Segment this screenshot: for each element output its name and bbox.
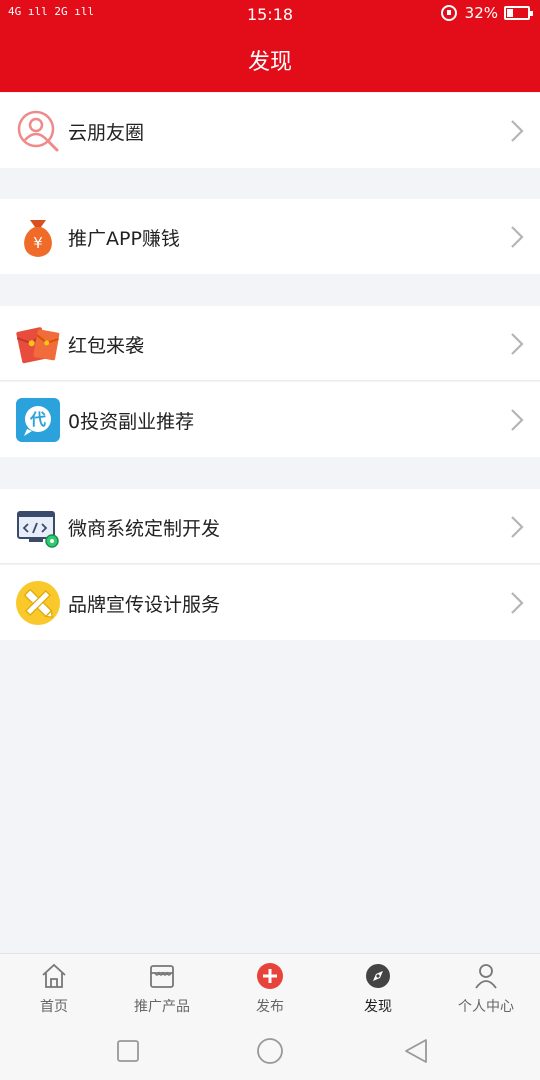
menu-item-promote-app[interactable]: ¥ 推广APP赚钱 <box>0 199 540 274</box>
divider <box>0 563 540 564</box>
menu-item-label: 0投资副业推荐 <box>68 411 195 433</box>
battery-fill <box>507 9 513 17</box>
code-monitor-icon <box>17 511 59 548</box>
tab-discover[interactable]: 发现 <box>324 954 432 1024</box>
system-nav-bar <box>0 1023 540 1080</box>
status-bar: 4G ıll 2G ıll 15:18 32% <box>0 0 540 28</box>
tab-label: 推广产品 <box>134 999 190 1015</box>
chevron-right-icon <box>511 409 524 431</box>
menu-item-red-packet[interactable]: 红包来袭 <box>0 306 540 381</box>
tab-home[interactable]: 首页 <box>0 954 108 1024</box>
tab-label: 首页 <box>40 999 68 1015</box>
menu-item-label: 品牌宣传设计服务 <box>68 594 221 616</box>
tab-label: 发布 <box>256 999 284 1015</box>
chevron-right-icon <box>511 333 524 355</box>
chevron-right-icon <box>511 226 524 248</box>
tab-publish[interactable]: 发布 <box>216 954 324 1024</box>
chevron-right-icon <box>511 592 524 614</box>
tab-promote-products[interactable]: 推广产品 <box>108 954 216 1024</box>
header-bar: 发现 <box>0 28 540 92</box>
tab-label: 个人中心 <box>458 999 514 1015</box>
page-title: 发现 <box>247 50 292 75</box>
menu-item-label: 微商系统定制开发 <box>68 518 221 540</box>
menu-item-label: 云朋友圈 <box>68 122 145 144</box>
store-icon <box>150 965 174 988</box>
menu-item-label: 红包来袭 <box>68 335 145 357</box>
dai-icon: 代 <box>16 398 60 442</box>
rotation-lock-icon <box>440 5 457 21</box>
menu-item-brand-design[interactable]: 品牌宣传设计服务 <box>0 565 540 640</box>
person-icon <box>475 964 497 989</box>
home-icon <box>42 963 66 988</box>
search-person-icon <box>17 110 59 152</box>
red-envelope-icon <box>16 327 60 364</box>
menu-item-label: 推广APP赚钱 <box>68 228 180 250</box>
menu-item-wechat-system[interactable]: 微商系统定制开发 <box>0 489 540 564</box>
design-tools-icon <box>16 581 60 625</box>
divider <box>0 380 540 381</box>
battery-icon <box>504 6 533 20</box>
menu-item-zero-investment[interactable]: 代 0投资副业推荐 <box>0 382 540 457</box>
dai-character: 代 <box>29 410 46 429</box>
chevron-right-icon <box>511 120 524 142</box>
menu-item-cloud-moments[interactable]: 云朋友圈 <box>0 93 540 168</box>
back-triangle-icon[interactable] <box>402 1037 430 1065</box>
plus-circle-icon <box>257 963 283 989</box>
chevron-right-icon <box>511 516 524 538</box>
status-right-group: 32% <box>440 4 533 22</box>
battery-percent: 32% <box>464 4 498 22</box>
recents-square-icon[interactable] <box>116 1039 140 1063</box>
bottom-tab-bar: 首页 推广产品 发布 发现 个人中心 <box>0 953 540 1023</box>
home-circle-icon[interactable] <box>256 1037 284 1065</box>
tab-profile[interactable]: 个人中心 <box>432 954 540 1024</box>
money-bag-icon: ¥ <box>24 220 52 257</box>
yen-symbol: ¥ <box>33 234 43 252</box>
compass-icon <box>366 964 390 988</box>
tab-label: 发现 <box>364 999 392 1015</box>
